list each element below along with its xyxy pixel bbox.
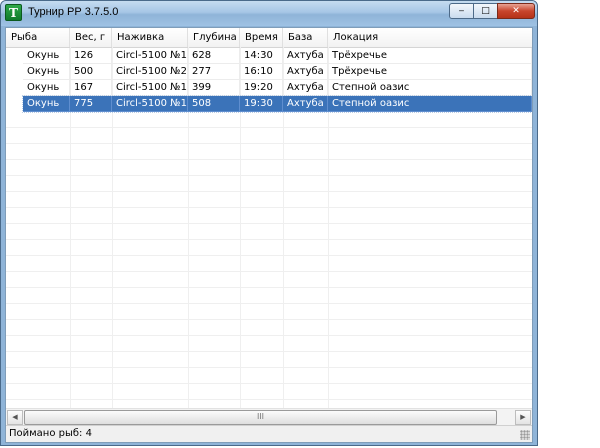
status-text: Поймано рыб: 4 bbox=[9, 428, 92, 439]
scroll-left-button[interactable]: ◀ bbox=[7, 410, 23, 425]
cell-location: Трёхречье bbox=[328, 48, 532, 64]
cell-weight: 126 bbox=[70, 48, 112, 64]
cell-location: Степной оазис bbox=[328, 96, 532, 112]
grid-line bbox=[6, 207, 532, 208]
cell-depth: 399 bbox=[188, 80, 240, 96]
horizontal-scrollbar[interactable]: ◀ III ▶ bbox=[6, 408, 532, 426]
cell-fish: Окунь bbox=[23, 96, 70, 112]
cell-time: 19:30 bbox=[240, 96, 283, 112]
cell-depth: 277 bbox=[188, 64, 240, 80]
grid-line bbox=[6, 159, 532, 160]
cell-time: 16:10 bbox=[240, 64, 283, 80]
grid-line bbox=[6, 351, 532, 352]
status-bar: Поймано рыб: 4 bbox=[6, 425, 532, 442]
resize-grip-icon[interactable] bbox=[520, 430, 530, 440]
cell-base: Ахтуба bbox=[283, 80, 328, 96]
cell-depth: 508 bbox=[188, 96, 240, 112]
cell-base: Ахтуба bbox=[283, 64, 328, 80]
cell-bait: Circl-5100 №1 bbox=[112, 48, 188, 64]
title-bar[interactable]: T Турнир РР 3.7.5.0 ‒ □ ✕ bbox=[1, 1, 537, 26]
table-row-selected[interactable]: Окунь 775 Circl-5100 №1 508 19:30 Ахтуба… bbox=[22, 95, 532, 113]
grid-line bbox=[6, 367, 532, 368]
grid-line bbox=[6, 319, 532, 320]
cell-location: Степной оазис bbox=[328, 80, 532, 96]
scrollbar-thumb[interactable]: III bbox=[24, 410, 497, 425]
cell-time: 14:30 bbox=[240, 48, 283, 64]
cell-weight: 167 bbox=[70, 80, 112, 96]
minimize-button[interactable]: ‒ bbox=[449, 3, 474, 19]
cell-time: 19:20 bbox=[240, 80, 283, 96]
cell-bait: Circl-5100 №2 bbox=[112, 64, 188, 80]
grid-line bbox=[6, 303, 532, 304]
column-header-fish[interactable]: Рыба bbox=[6, 28, 70, 47]
client-area: Рыба Вес, г Наживка Глубина Время База Л… bbox=[5, 27, 533, 443]
column-header-depth[interactable]: Глубина bbox=[188, 28, 240, 47]
grid-line bbox=[6, 271, 532, 272]
grid-line bbox=[6, 239, 532, 240]
grid-line bbox=[6, 175, 532, 176]
table-row[interactable]: Окунь 500 Circl-5100 №2 277 16:10 Ахтуба… bbox=[23, 64, 532, 80]
table-row[interactable]: Окунь 126 Circl-5100 №1 628 14:30 Ахтуба… bbox=[23, 48, 532, 64]
grid-line bbox=[6, 287, 532, 288]
cell-weight: 775 bbox=[70, 96, 112, 112]
grid-line bbox=[6, 335, 532, 336]
cell-fish: Окунь bbox=[23, 48, 70, 64]
cell-fish: Окунь bbox=[23, 80, 70, 96]
window-title: Турнир РР 3.7.5.0 bbox=[28, 6, 119, 18]
grid-line bbox=[6, 127, 532, 128]
table-row[interactable]: Окунь 167 Circl-5100 №1 399 19:20 Ахтуба… bbox=[23, 80, 532, 96]
column-header-bait[interactable]: Наживка bbox=[112, 28, 188, 47]
cell-base: Ахтуба bbox=[283, 48, 328, 64]
column-header-base[interactable]: База bbox=[283, 28, 328, 47]
grid-line bbox=[6, 399, 532, 400]
close-button[interactable]: ✕ bbox=[497, 3, 535, 19]
cell-fish: Окунь bbox=[23, 64, 70, 80]
column-header-location[interactable]: Локация bbox=[328, 28, 532, 47]
cell-bait: Circl-5100 №1 bbox=[112, 96, 188, 112]
grid-line bbox=[6, 255, 532, 256]
cell-depth: 628 bbox=[188, 48, 240, 64]
scroll-right-button[interactable]: ▶ bbox=[515, 410, 531, 425]
grid-line bbox=[6, 191, 532, 192]
column-header-time[interactable]: Время bbox=[240, 28, 283, 47]
cell-base: Ахтуба bbox=[283, 96, 328, 112]
app-icon[interactable]: T bbox=[5, 4, 22, 21]
app-window: T Турнир РР 3.7.5.0 ‒ □ ✕ Рыба Вес, г На… bbox=[0, 0, 538, 446]
column-header-weight[interactable]: Вес, г bbox=[70, 28, 112, 47]
cell-location: Трёхречье bbox=[328, 64, 532, 80]
grid-line bbox=[6, 223, 532, 224]
grid-line bbox=[6, 383, 532, 384]
cell-weight: 500 bbox=[70, 64, 112, 80]
catch-table[interactable]: Рыба Вес, г Наживка Глубина Время База Л… bbox=[6, 28, 532, 408]
maximize-button[interactable]: □ bbox=[473, 3, 498, 19]
cell-bait: Circl-5100 №1 bbox=[112, 80, 188, 96]
grid-line bbox=[6, 143, 532, 144]
table-header: Рыба Вес, г Наживка Глубина Время База Л… bbox=[6, 28, 532, 48]
